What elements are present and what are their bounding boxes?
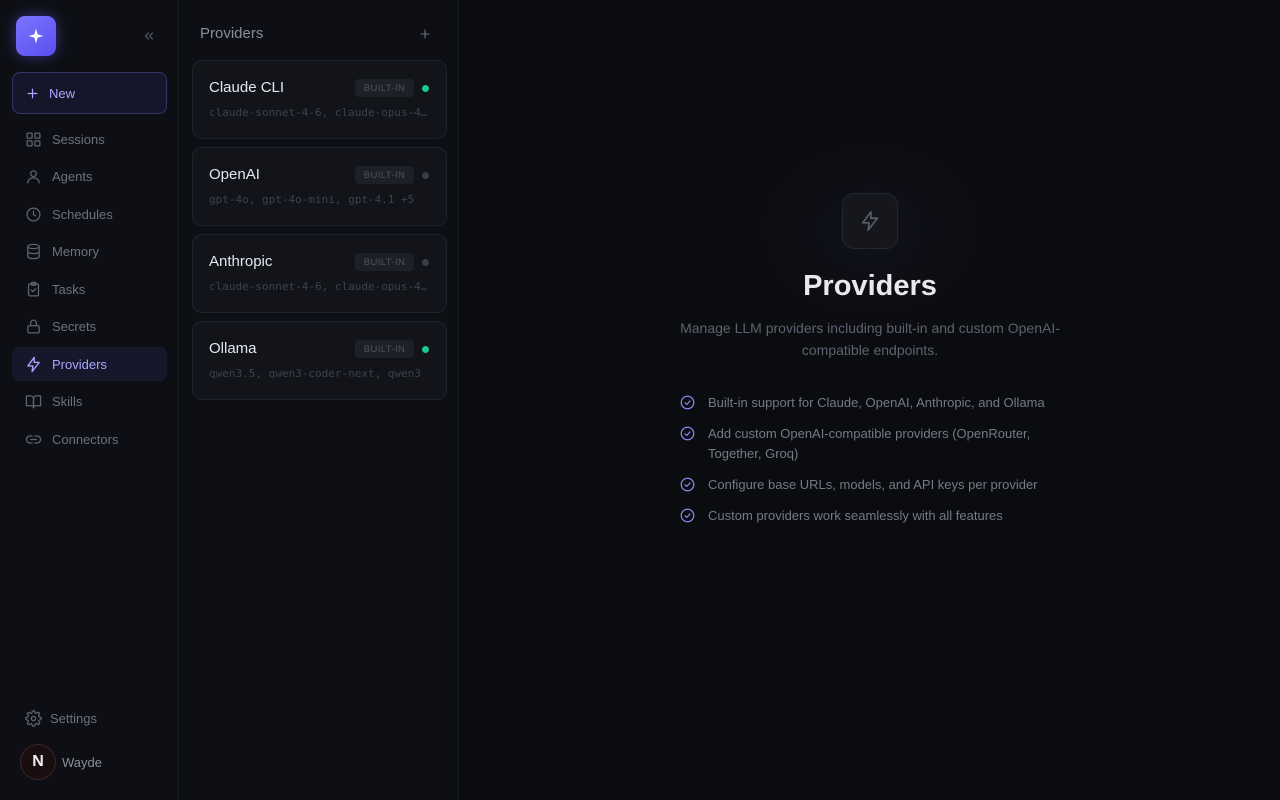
- user-name: Wayde: [62, 754, 102, 770]
- sidebar-item-skills[interactable]: Skills: [12, 385, 167, 419]
- page-title: Providers: [803, 270, 937, 302]
- sidebar-item-label: Schedules: [52, 206, 113, 222]
- providers-list-title: Providers: [200, 25, 264, 42]
- clipboard-check-icon: [24, 280, 42, 298]
- sidebar-item-connectors[interactable]: Connectors: [12, 422, 167, 456]
- provider-cards: Claude CLI BUILT-IN claude-sonnet-4-6, c…: [192, 60, 447, 408]
- status-dot: [422, 85, 429, 92]
- built-in-badge: BUILT-IN: [355, 166, 414, 184]
- avatar: N: [20, 744, 56, 780]
- feature-text: Configure base URLs, models, and API key…: [708, 477, 1038, 492]
- sidebar-item-label: Secrets: [52, 319, 97, 334]
- provider-card-ollama[interactable]: Ollama BUILT-IN qwen3.5, qwen3-coder-nex…: [192, 321, 447, 400]
- sidebar-item-schedules[interactable]: Schedules: [12, 197, 167, 231]
- provider-name: Ollama: [209, 340, 257, 357]
- settings-button[interactable]: Settings: [12, 702, 167, 734]
- collapse-sidebar-button[interactable]: [138, 25, 160, 47]
- new-button-label: New: [49, 85, 76, 101]
- database-icon: [24, 243, 42, 261]
- sidebar-item-label: Memory: [52, 244, 99, 259]
- user-icon: [24, 168, 42, 186]
- status-dot: [422, 259, 429, 266]
- sidebar-item-label: Sessions: [52, 131, 105, 147]
- provider-card-openai[interactable]: OpenAI BUILT-IN gpt-4o, gpt-4o-mini, gpt…: [192, 147, 447, 226]
- hero-icon-tile: [842, 193, 898, 249]
- add-provider-button[interactable]: [414, 24, 436, 44]
- sidebar-item-providers[interactable]: Providers: [12, 347, 167, 381]
- sidebar: New Sessions Agents Schedules Memory Tas…: [0, 0, 179, 800]
- sidebar-item-agents[interactable]: Agents: [12, 160, 167, 194]
- plus-icon: [27, 88, 38, 98]
- link-icon: [24, 430, 42, 448]
- sidebar-item-label: Skills: [52, 394, 83, 409]
- built-in-badge: BUILT-IN: [355, 253, 414, 271]
- lightning-icon: [861, 211, 879, 231]
- sidebar-item-label: Providers: [52, 356, 107, 372]
- clock-icon: [24, 205, 42, 223]
- grid-icon: [24, 130, 42, 148]
- page-description: Manage LLM providers including built-in …: [680, 320, 1060, 358]
- chevrons-left-icon: [144, 32, 154, 40]
- provider-models: qwen3.5, qwen3-coder-next, qwen3: [209, 367, 421, 380]
- status-dot: [422, 346, 429, 353]
- provider-models: claude-sonnet-4-6, claude-opus-4-6, clau…: [209, 106, 431, 119]
- provider-name: Claude CLI: [209, 79, 285, 96]
- feature-item: Configure base URLs, models, and API key…: [680, 475, 1080, 495]
- lightning-icon: [24, 355, 42, 373]
- book-icon: [24, 393, 42, 411]
- sidebar-item-label: Agents: [52, 169, 93, 184]
- built-in-badge: BUILT-IN: [355, 340, 414, 358]
- sidebar-item-tasks[interactable]: Tasks: [12, 272, 167, 306]
- feature-item: Built-in support for Claude, OpenAI, Ant…: [680, 393, 1080, 413]
- sidebar-nav: Sessions Agents Schedules Memory Tasks S…: [12, 122, 167, 460]
- sidebar-item-label: Connectors: [52, 431, 119, 447]
- sidebar-item-sessions[interactable]: Sessions: [12, 122, 167, 156]
- provider-name: Anthropic: [209, 253, 273, 270]
- provider-card-claude-cli[interactable]: Claude CLI BUILT-IN claude-sonnet-4-6, c…: [192, 60, 447, 139]
- plus-icon: [420, 29, 430, 39]
- app-logo[interactable]: [16, 16, 56, 56]
- check-circle-icon: [680, 395, 695, 410]
- feature-text: Custom providers work seamlessly with al…: [708, 508, 1003, 523]
- sidebar-item-label: Tasks: [52, 281, 86, 297]
- check-circle-icon: [680, 477, 695, 492]
- check-circle-icon: [680, 426, 695, 441]
- provider-models: gpt-4o, gpt-4o-mini, gpt-4.1 +5: [209, 193, 415, 206]
- main-content: Providers Manage LLM providers including…: [460, 0, 1280, 800]
- provider-name: OpenAI: [209, 166, 260, 183]
- feature-text: Built-in support for Claude, OpenAI, Ant…: [708, 395, 1045, 410]
- check-circle-icon: [680, 508, 695, 523]
- feature-text: Add custom OpenAI-compatible providers (…: [708, 426, 1031, 461]
- lock-icon: [24, 318, 42, 336]
- gear-icon: [24, 709, 42, 727]
- provider-models: claude-sonnet-4-6, claude-opus-4-6, clau…: [209, 280, 431, 293]
- settings-label: Settings: [50, 710, 97, 726]
- provider-card-anthropic[interactable]: Anthropic BUILT-IN claude-sonnet-4-6, cl…: [192, 234, 447, 313]
- user-profile[interactable]: N Wayde: [20, 744, 102, 780]
- sidebar-item-memory[interactable]: Memory: [12, 235, 167, 269]
- status-dot: [422, 172, 429, 179]
- feature-item: Add custom OpenAI-compatible providers (…: [680, 424, 1080, 464]
- feature-list: Built-in support for Claude, OpenAI, Ant…: [680, 393, 1080, 537]
- built-in-badge: BUILT-IN: [355, 79, 414, 97]
- sparkle-icon: [28, 28, 44, 44]
- feature-item: Custom providers work seamlessly with al…: [680, 506, 1080, 526]
- new-button[interactable]: New: [12, 72, 167, 114]
- providers-list-panel: Providers Claude CLI BUILT-IN claude-son…: [180, 0, 459, 800]
- sidebar-item-secrets[interactable]: Secrets: [12, 310, 167, 344]
